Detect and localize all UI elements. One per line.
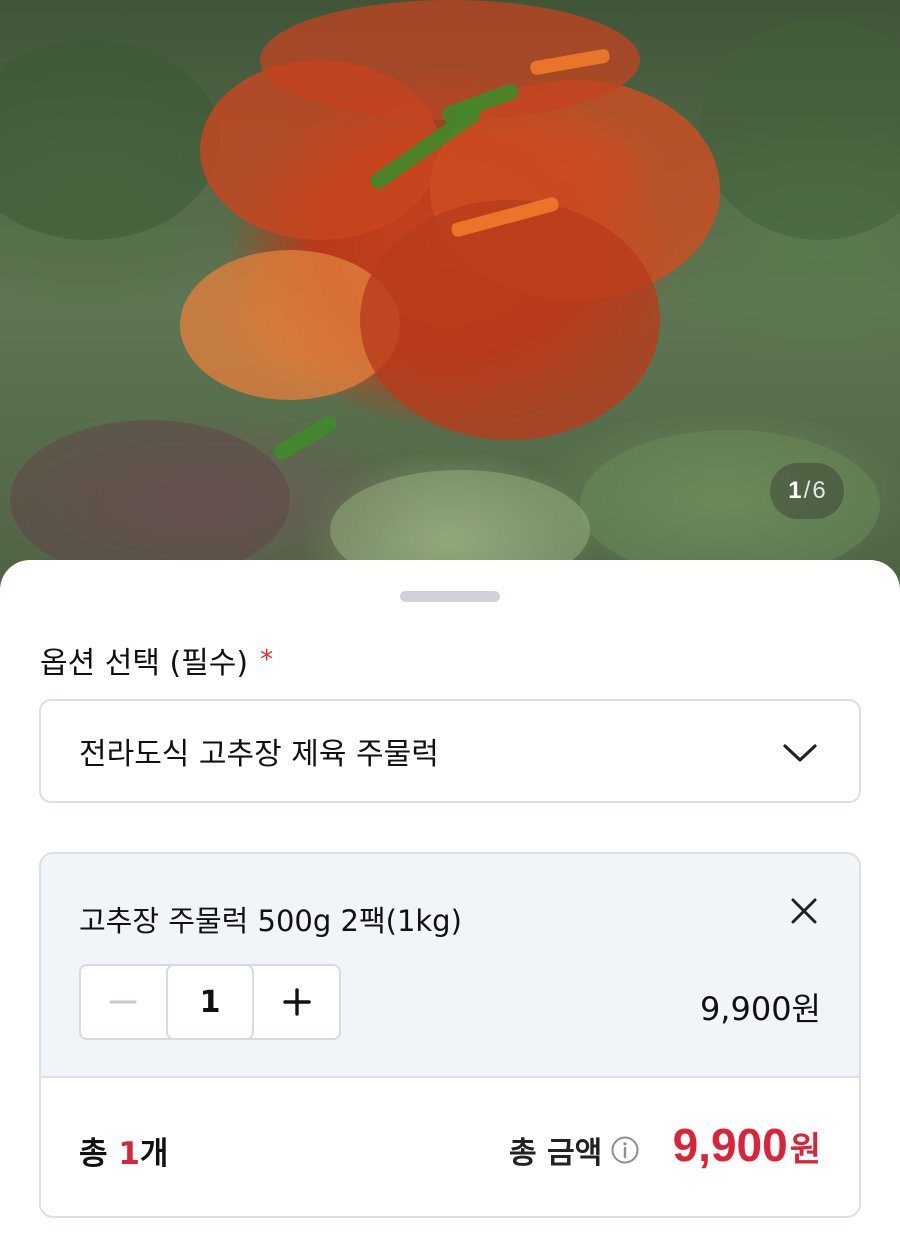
total-pages: 6 — [812, 477, 826, 504]
total-amount: 9,900원 — [673, 1118, 821, 1172]
total-count-number: 1 — [118, 1136, 140, 1172]
close-icon[interactable] — [787, 894, 821, 928]
sheet-drag-handle[interactable] — [400, 591, 500, 602]
option-title-text: 옵션 선택 (필수) — [40, 646, 249, 681]
decrement-button[interactable] — [81, 966, 166, 1038]
page-separator: / — [803, 477, 811, 504]
option-bottom-sheet: 옵션 선택 (필수) * 전라도식 고추장 제육 주물럭 고추장 주물럭 500… — [0, 560, 900, 1240]
total-count-suffix: 개 — [139, 1136, 169, 1172]
quantity-stepper: 1 — [79, 964, 341, 1040]
selected-item-name: 고추장 주물럭 500g 2팩(1kg) — [79, 904, 462, 938]
total-amount-label: 총 금액 — [509, 1128, 640, 1172]
total-amount-label-text: 총 금액 — [509, 1136, 603, 1171]
increment-button[interactable] — [254, 966, 339, 1038]
green-pepper — [270, 413, 340, 463]
option-select[interactable]: 전라도식 고추장 제육 주물럭 — [39, 699, 861, 803]
selected-item-details: 고추장 주물럭 500g 2팩(1kg) 1 9,900원 — [41, 854, 859, 1078]
info-icon[interactable] — [610, 1135, 640, 1165]
required-mark: * — [260, 645, 274, 675]
quantity-value[interactable]: 1 — [165, 964, 255, 1040]
lettuce-leaf — [10, 420, 290, 580]
minus-icon — [109, 1000, 137, 1004]
total-amount-currency: 원 — [789, 1131, 821, 1169]
lettuce-leaf — [0, 40, 220, 240]
chevron-down-icon — [783, 744, 817, 762]
selected-item-card: 고추장 주물럭 500g 2팩(1kg) 1 9,900원 총 1개 총 금액 … — [39, 852, 861, 1218]
current-page: 1 — [788, 477, 802, 504]
option-section-title: 옵션 선택 (필수) * — [40, 638, 273, 682]
plus-icon — [282, 988, 311, 1016]
total-count-prefix: 총 — [79, 1136, 119, 1172]
order-summary: 총 1개 총 금액 9,900원 — [41, 1078, 859, 1216]
selected-option-text: 전라도식 고추장 제육 주물럭 — [79, 737, 439, 772]
pork-piece — [360, 200, 660, 440]
lettuce-leaf — [700, 20, 900, 240]
image-page-counter: 1 / 6 — [770, 463, 844, 519]
total-amount-value: 9,900 — [672, 1119, 788, 1171]
product-image[interactable]: 1 / 6 — [0, 0, 900, 600]
selected-item-price: 9,900원 — [699, 990, 821, 1028]
total-count: 총 1개 — [79, 1128, 168, 1173]
